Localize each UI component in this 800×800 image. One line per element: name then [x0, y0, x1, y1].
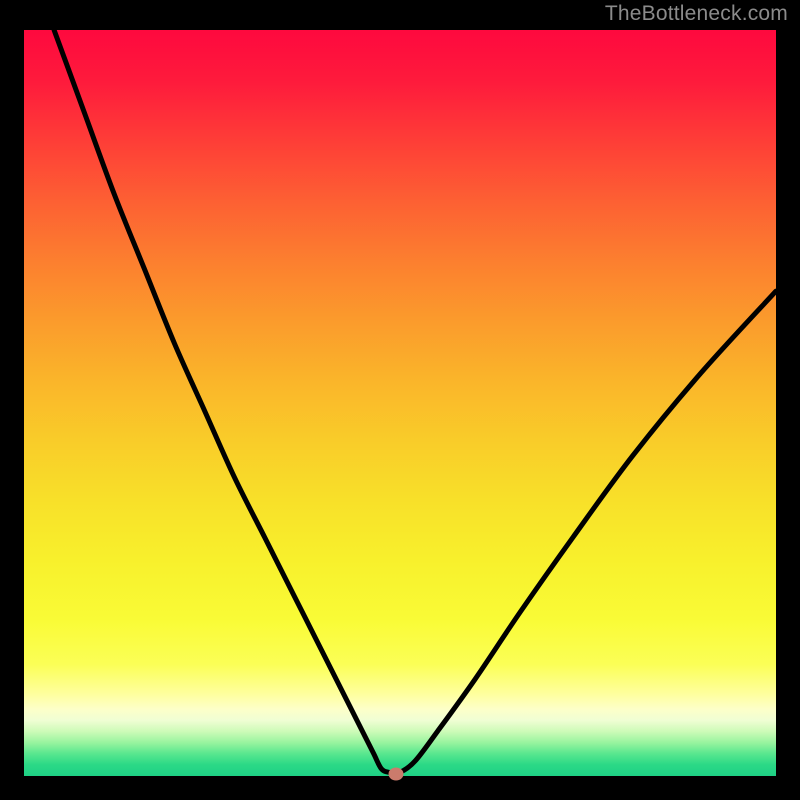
optimal-point-marker	[389, 767, 404, 780]
watermark-text: TheBottleneck.com	[605, 2, 788, 26]
plot-area	[24, 30, 776, 776]
bottleneck-curve	[24, 30, 776, 776]
chart-frame: TheBottleneck.com	[0, 0, 800, 800]
